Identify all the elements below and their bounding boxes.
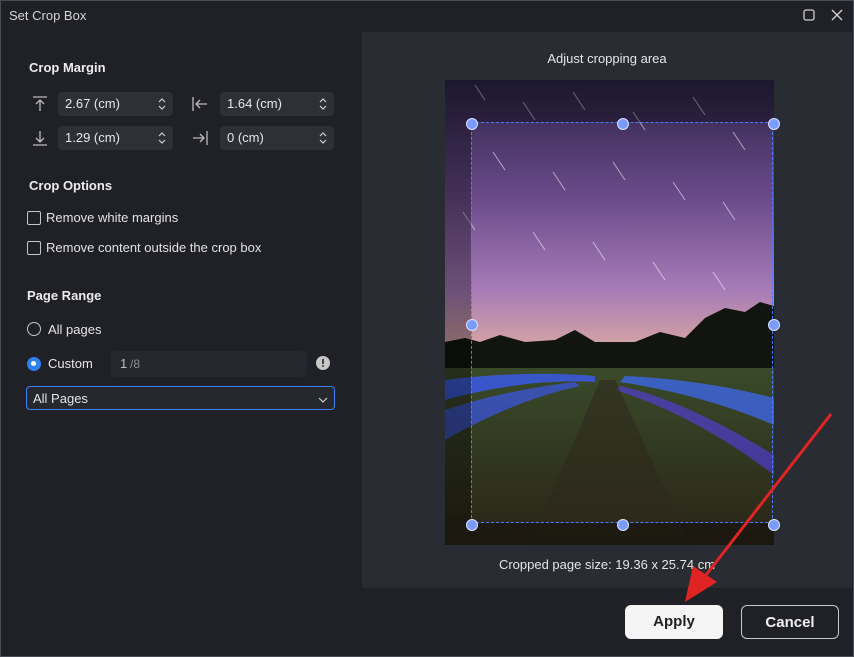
right-margin-value: 0 (cm) [227,130,264,145]
right-margin-icon [191,129,209,147]
maximize-icon[interactable] [802,8,816,22]
bottom-margin-spinner-icon[interactable] [157,128,167,148]
crop-handle-top-middle[interactable] [617,118,629,130]
custom-range-input[interactable]: 1 /8 [111,351,307,377]
custom-label[interactable]: Custom [48,356,93,371]
top-margin-icon [31,95,49,113]
custom-radio[interactable] [27,357,41,371]
left-margin-spinner-icon[interactable] [318,94,328,114]
crop-margin-heading: Crop Margin [29,60,106,75]
info-icon[interactable] [316,356,330,370]
right-margin-field[interactable]: 0 (cm) [220,126,334,150]
remove-outside-label: Remove content outside the crop box [46,240,262,255]
top-margin-spinner-icon[interactable] [157,94,167,114]
crop-shade-top [471,80,774,122]
top-margin-value: 2.67 (cm) [65,96,120,111]
bottom-margin-field[interactable]: 1.29 (cm) [58,126,173,150]
page-subset-value: All Pages [33,391,88,406]
custom-range-total: /8 [130,357,141,371]
crop-handle-top-left[interactable] [466,118,478,130]
custom-range-value: 1 [120,356,128,371]
apply-button[interactable]: Apply [625,605,723,639]
crop-handle-middle-right[interactable] [768,319,780,331]
remove-white-margins-checkbox[interactable] [27,211,41,225]
dialog-title: Set Crop Box [9,8,87,23]
left-margin-field[interactable]: 1.64 (cm) [220,92,334,116]
close-icon[interactable] [830,8,844,22]
page-subset-select[interactable]: All Pages [26,386,335,410]
right-margin-spinner-icon[interactable] [318,128,328,148]
set-crop-box-dialog: Set Crop Box Crop Margin 2.67 (cm) 1.64 … [0,0,854,657]
page-range-heading: Page Range [27,288,102,303]
top-margin-field[interactable]: 2.67 (cm) [58,92,173,116]
crop-handle-bottom-left[interactable] [466,519,478,531]
crop-handle-middle-left[interactable] [466,319,478,331]
left-margin-value: 1.64 (cm) [227,96,282,111]
crop-handle-bottom-middle[interactable] [617,519,629,531]
bottom-margin-icon [31,129,49,147]
remove-outside-checkbox[interactable] [27,241,41,255]
remove-white-margins-label: Remove white margins [46,210,179,225]
crop-shade-left [445,80,471,545]
crop-options-heading: Crop Options [29,178,113,193]
title-bar: Set Crop Box [1,1,853,31]
all-pages-radio[interactable] [27,322,41,336]
chevron-down-icon [318,393,328,408]
annotation-arrow-icon [685,413,833,602]
bottom-margin-value: 1.29 (cm) [65,130,120,145]
cancel-button[interactable]: Cancel [741,605,839,639]
preview-title: Adjust cropping area [547,51,667,66]
left-margin-icon [191,95,209,113]
all-pages-label[interactable]: All pages [48,322,101,337]
crop-handle-top-right[interactable] [768,118,780,130]
